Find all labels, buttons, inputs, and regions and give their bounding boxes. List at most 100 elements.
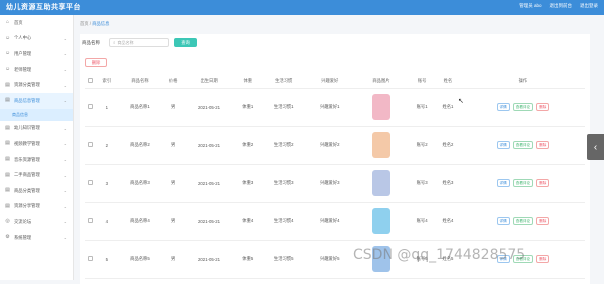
batch-delete-button[interactable]: 删除	[85, 58, 107, 67]
sidebar-item[interactable]: ◎ 交流论坛 ⌄	[0, 214, 73, 230]
cell-hobby: 兴趣爱好4	[306, 202, 353, 241]
cell-person: 姓名2	[435, 126, 461, 165]
column-header: 索引	[96, 75, 117, 89]
cell-habit: 生活习惯3	[260, 164, 307, 203]
sidebar-item[interactable]: ⚙ 系统管理 ⌄	[0, 230, 73, 246]
cell-price: 男	[162, 240, 184, 279]
sidebar-item[interactable]: ☺ 用户管理 ⌄	[0, 46, 73, 62]
view-comments-button[interactable]: 查看评论	[512, 103, 534, 111]
product-image[interactable]	[369, 130, 393, 160]
view-details-button[interactable]: 详情	[496, 103, 510, 111]
cell-habit: 生活习惯1	[260, 88, 307, 127]
chevron-down-icon: ⌄	[63, 35, 67, 41]
row-checkbox[interactable]	[88, 256, 94, 261]
table-row: 2 商品名称2 男 2021-05-21 体重2 生活习惯2 兴趣爱好2 账号2 姓名2 详情 查看…	[85, 126, 585, 165]
gear-icon: ⚙	[5, 234, 10, 241]
cell-actions: 详情 查看评论 删除	[460, 126, 585, 165]
cell-name: 商品名称5	[116, 240, 163, 279]
view-details-button[interactable]: 详情	[496, 217, 510, 225]
column-header: 兴趣爱好	[306, 75, 353, 89]
delete-row-button[interactable]: 删除	[536, 103, 550, 111]
user-icon: ☺	[5, 66, 11, 73]
delete-row-button[interactable]: 删除	[536, 255, 550, 263]
select-all-checkbox[interactable]	[88, 78, 94, 84]
main-content: 首页 / 商品信息 商品名称 ⌕ 商品名称 查询 删除 索引 商品名称 价格 出生日期…	[74, 15, 604, 284]
cell-actions: 详情 查看评论 删除	[460, 88, 585, 127]
sidebar-item[interactable]: ▤ 视频教学管理 ⌄	[0, 136, 73, 152]
sidebar-item[interactable]: ⌂ 首页	[0, 15, 73, 31]
row-checkbox[interactable]	[88, 142, 94, 147]
column-header: 商品名称	[116, 75, 163, 89]
doc-icon: ▤	[5, 202, 10, 209]
chevron-down-icon: ⌄	[63, 98, 67, 104]
cell-date: 2021-05-21	[183, 164, 235, 203]
column-header: 价格	[162, 75, 184, 89]
breadcrumb-home[interactable]: 首页	[80, 21, 89, 26]
cell-hobby: 兴趣爱好3	[306, 164, 353, 203]
column-header: 商品图片	[352, 75, 410, 89]
table-row: 1 商品名称1 男 2021-05-21 体重1 生活习惯1 兴趣爱好1 账号1 姓名1 详情 查看…	[85, 88, 585, 127]
delete-row-button[interactable]: 删除	[536, 141, 550, 149]
user-icon: ☺	[5, 50, 11, 57]
sidebar-item[interactable]: ▤ 二手商品管理 ⌄	[0, 167, 73, 183]
cell-actions: 详情 查看评论 删除	[460, 202, 585, 241]
logout-link[interactable]: 退出登录	[580, 3, 598, 9]
sidebar-item-label: 商品信息管理	[14, 97, 40, 103]
cell-weight: 体重2	[234, 126, 261, 165]
cell-account: 账号4	[409, 202, 436, 241]
chevron-down-icon: ⌄	[63, 219, 67, 225]
sidebar-item[interactable]: ▤ 资源分享管理 ⌄	[0, 199, 73, 215]
search-input[interactable]: ⌕ 商品名称	[109, 38, 169, 47]
cell-name: 商品名称1	[116, 88, 163, 127]
product-image[interactable]	[369, 92, 393, 122]
sidebar-subitem[interactable]: 商品信息	[0, 108, 73, 121]
app-title: 幼儿资源互助共享平台	[6, 4, 81, 11]
breadcrumb-separator: /	[89, 21, 91, 26]
sidebar-item[interactable]: ☺ 老师管理 ⌄	[0, 62, 73, 78]
table-row: 4 商品名称4 男 2021-05-21 体重4 生活习惯4 兴趣爱好4 账号4 姓名4 详情 查看…	[85, 202, 585, 241]
product-image[interactable]	[369, 206, 393, 236]
cell-date: 2021-05-21	[183, 126, 235, 165]
chevron-down-icon: ⌄	[63, 188, 67, 194]
view-comments-button[interactable]: 查看评论	[512, 217, 534, 225]
chevron-down-icon: ⌄	[63, 67, 67, 73]
column-header: 操作	[460, 75, 585, 89]
row-checkbox[interactable]	[88, 104, 94, 109]
cell-habit: 生活习惯4	[260, 202, 307, 241]
breadcrumb-current: 商品信息	[92, 21, 110, 26]
row-actions: 详情 查看评论 删除	[461, 217, 585, 225]
sidebar-item[interactable]: ▤ 幼儿知识管理 ⌄	[0, 121, 73, 137]
collapse-panel-button[interactable]: ‹	[587, 134, 604, 160]
search-button[interactable]: 查询	[174, 38, 197, 47]
doc-icon: ▤	[5, 81, 10, 88]
sidebar-item[interactable]: ☺ 个人中心 ⌄	[0, 31, 73, 47]
chevron-down-icon: ⌄	[63, 141, 67, 147]
column-header: 出生日期	[183, 75, 235, 89]
view-comments-button[interactable]: 查看评论	[512, 179, 534, 187]
top-bar: 幼儿资源互助共享平台 管理员 abo 退出到前台 退出登录	[0, 0, 604, 15]
delete-row-button[interactable]: 删除	[536, 217, 550, 225]
exit-to-front-link[interactable]: 退出到前台	[550, 3, 573, 9]
sidebar-item-label: 用户管理	[14, 50, 32, 56]
doc-icon: ▤	[5, 171, 10, 178]
cell-date: 2021-05-21	[183, 88, 235, 127]
row-actions: 详情 查看评论 删除	[461, 141, 585, 149]
product-image-fill	[371, 169, 390, 196]
product-image[interactable]	[369, 168, 393, 198]
cell-index: 2	[96, 126, 117, 165]
cell-index: 4	[96, 202, 117, 241]
cell-price: 男	[162, 164, 184, 203]
view-comments-button[interactable]: 查看评论	[512, 141, 534, 149]
product-image-fill	[371, 93, 390, 120]
view-details-button[interactable]: 详情	[496, 179, 510, 187]
row-checkbox[interactable]	[88, 180, 94, 185]
view-details-button[interactable]: 详情	[496, 141, 510, 149]
sidebar-item[interactable]: ▤ 商品分类管理 ⌄	[0, 183, 73, 199]
delete-row-button[interactable]: 删除	[536, 179, 550, 187]
sidebar-item[interactable]: ▤ 商品信息管理 ⌄	[0, 92, 73, 109]
sidebar-item[interactable]: ▤ 音乐资源管理 ⌄	[0, 152, 73, 168]
sidebar-item-label: 资源分享管理	[14, 203, 40, 209]
row-checkbox[interactable]	[88, 218, 94, 223]
sidebar-item[interactable]: ▤ 资源分类管理 ⌄	[0, 77, 73, 93]
cell-name: 商品名称2	[116, 126, 163, 165]
